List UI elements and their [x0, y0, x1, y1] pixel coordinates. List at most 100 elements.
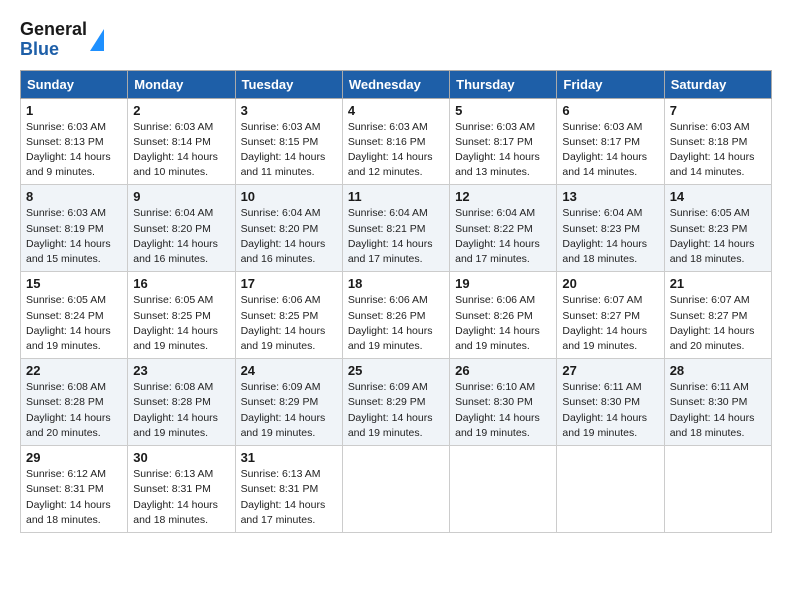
day-info: Sunrise: 6:09 AMSunset: 8:29 PMDaylight:… [348, 380, 444, 441]
calendar-cell: 15 Sunrise: 6:05 AMSunset: 8:24 PMDaylig… [21, 272, 128, 359]
day-info: Sunrise: 6:10 AMSunset: 8:30 PMDaylight:… [455, 380, 551, 441]
day-info: Sunrise: 6:05 AMSunset: 8:24 PMDaylight:… [26, 293, 122, 354]
col-header-monday: Monday [128, 70, 235, 98]
logo-general: General [20, 20, 87, 40]
day-info: Sunrise: 6:04 AMSunset: 8:20 PMDaylight:… [133, 206, 229, 267]
calendar-cell: 9 Sunrise: 6:04 AMSunset: 8:20 PMDayligh… [128, 185, 235, 272]
calendar-cell: 29 Sunrise: 6:12 AMSunset: 8:31 PMDaylig… [21, 446, 128, 533]
calendar-cell: 10 Sunrise: 6:04 AMSunset: 8:20 PMDaylig… [235, 185, 342, 272]
day-number: 24 [241, 363, 337, 378]
logo-blue: Blue [20, 40, 87, 60]
calendar-cell: 1 Sunrise: 6:03 AMSunset: 8:13 PMDayligh… [21, 98, 128, 185]
day-number: 26 [455, 363, 551, 378]
day-number: 21 [670, 276, 766, 291]
day-number: 13 [562, 189, 658, 204]
day-info: Sunrise: 6:03 AMSunset: 8:18 PMDaylight:… [670, 120, 766, 181]
calendar-cell [557, 446, 664, 533]
day-number: 20 [562, 276, 658, 291]
day-number: 17 [241, 276, 337, 291]
logo: General Blue [20, 20, 104, 60]
day-info: Sunrise: 6:03 AMSunset: 8:14 PMDaylight:… [133, 120, 229, 181]
day-info: Sunrise: 6:05 AMSunset: 8:25 PMDaylight:… [133, 293, 229, 354]
day-info: Sunrise: 6:09 AMSunset: 8:29 PMDaylight:… [241, 380, 337, 441]
day-info: Sunrise: 6:13 AMSunset: 8:31 PMDaylight:… [133, 467, 229, 528]
calendar-cell: 26 Sunrise: 6:10 AMSunset: 8:30 PMDaylig… [450, 359, 557, 446]
col-header-sunday: Sunday [21, 70, 128, 98]
day-number: 1 [26, 103, 122, 118]
calendar-cell: 4 Sunrise: 6:03 AMSunset: 8:16 PMDayligh… [342, 98, 449, 185]
calendar-cell: 12 Sunrise: 6:04 AMSunset: 8:22 PMDaylig… [450, 185, 557, 272]
day-info: Sunrise: 6:03 AMSunset: 8:17 PMDaylight:… [455, 120, 551, 181]
calendar-cell: 16 Sunrise: 6:05 AMSunset: 8:25 PMDaylig… [128, 272, 235, 359]
day-number: 29 [26, 450, 122, 465]
day-info: Sunrise: 6:04 AMSunset: 8:22 PMDaylight:… [455, 206, 551, 267]
calendar-cell: 19 Sunrise: 6:06 AMSunset: 8:26 PMDaylig… [450, 272, 557, 359]
calendar-cell: 13 Sunrise: 6:04 AMSunset: 8:23 PMDaylig… [557, 185, 664, 272]
day-info: Sunrise: 6:03 AMSunset: 8:15 PMDaylight:… [241, 120, 337, 181]
calendar-cell [664, 446, 771, 533]
day-number: 8 [26, 189, 122, 204]
day-info: Sunrise: 6:03 AMSunset: 8:16 PMDaylight:… [348, 120, 444, 181]
calendar-cell: 24 Sunrise: 6:09 AMSunset: 8:29 PMDaylig… [235, 359, 342, 446]
day-info: Sunrise: 6:04 AMSunset: 8:20 PMDaylight:… [241, 206, 337, 267]
day-number: 10 [241, 189, 337, 204]
calendar-cell: 8 Sunrise: 6:03 AMSunset: 8:19 PMDayligh… [21, 185, 128, 272]
day-info: Sunrise: 6:11 AMSunset: 8:30 PMDaylight:… [562, 380, 658, 441]
calendar-header-row: SundayMondayTuesdayWednesdayThursdayFrid… [21, 70, 772, 98]
day-info: Sunrise: 6:08 AMSunset: 8:28 PMDaylight:… [133, 380, 229, 441]
calendar-cell: 28 Sunrise: 6:11 AMSunset: 8:30 PMDaylig… [664, 359, 771, 446]
day-info: Sunrise: 6:07 AMSunset: 8:27 PMDaylight:… [670, 293, 766, 354]
calendar-cell [450, 446, 557, 533]
page-header: General Blue [20, 20, 772, 60]
day-info: Sunrise: 6:07 AMSunset: 8:27 PMDaylight:… [562, 293, 658, 354]
calendar-cell: 30 Sunrise: 6:13 AMSunset: 8:31 PMDaylig… [128, 446, 235, 533]
day-info: Sunrise: 6:03 AMSunset: 8:13 PMDaylight:… [26, 120, 122, 181]
calendar-cell: 7 Sunrise: 6:03 AMSunset: 8:18 PMDayligh… [664, 98, 771, 185]
day-info: Sunrise: 6:12 AMSunset: 8:31 PMDaylight:… [26, 467, 122, 528]
calendar-week-row: 15 Sunrise: 6:05 AMSunset: 8:24 PMDaylig… [21, 272, 772, 359]
calendar-cell [342, 446, 449, 533]
calendar-cell: 20 Sunrise: 6:07 AMSunset: 8:27 PMDaylig… [557, 272, 664, 359]
day-number: 6 [562, 103, 658, 118]
day-info: Sunrise: 6:05 AMSunset: 8:23 PMDaylight:… [670, 206, 766, 267]
day-number: 2 [133, 103, 229, 118]
day-number: 22 [26, 363, 122, 378]
calendar-week-row: 1 Sunrise: 6:03 AMSunset: 8:13 PMDayligh… [21, 98, 772, 185]
calendar-cell: 25 Sunrise: 6:09 AMSunset: 8:29 PMDaylig… [342, 359, 449, 446]
calendar-cell: 5 Sunrise: 6:03 AMSunset: 8:17 PMDayligh… [450, 98, 557, 185]
logo-triangle-icon [90, 29, 104, 51]
calendar-cell: 2 Sunrise: 6:03 AMSunset: 8:14 PMDayligh… [128, 98, 235, 185]
day-number: 23 [133, 363, 229, 378]
calendar-cell: 14 Sunrise: 6:05 AMSunset: 8:23 PMDaylig… [664, 185, 771, 272]
day-number: 12 [455, 189, 551, 204]
day-number: 7 [670, 103, 766, 118]
day-info: Sunrise: 6:06 AMSunset: 8:25 PMDaylight:… [241, 293, 337, 354]
day-number: 27 [562, 363, 658, 378]
day-number: 28 [670, 363, 766, 378]
calendar-week-row: 8 Sunrise: 6:03 AMSunset: 8:19 PMDayligh… [21, 185, 772, 272]
day-number: 4 [348, 103, 444, 118]
calendar-cell: 27 Sunrise: 6:11 AMSunset: 8:30 PMDaylig… [557, 359, 664, 446]
day-number: 5 [455, 103, 551, 118]
day-info: Sunrise: 6:04 AMSunset: 8:23 PMDaylight:… [562, 206, 658, 267]
day-number: 9 [133, 189, 229, 204]
calendar-cell: 31 Sunrise: 6:13 AMSunset: 8:31 PMDaylig… [235, 446, 342, 533]
calendar-cell: 6 Sunrise: 6:03 AMSunset: 8:17 PMDayligh… [557, 98, 664, 185]
day-number: 18 [348, 276, 444, 291]
calendar-week-row: 29 Sunrise: 6:12 AMSunset: 8:31 PMDaylig… [21, 446, 772, 533]
calendar-table: SundayMondayTuesdayWednesdayThursdayFrid… [20, 70, 772, 533]
logo-text: General Blue [20, 20, 87, 60]
col-header-tuesday: Tuesday [235, 70, 342, 98]
calendar-cell: 11 Sunrise: 6:04 AMSunset: 8:21 PMDaylig… [342, 185, 449, 272]
day-info: Sunrise: 6:06 AMSunset: 8:26 PMDaylight:… [348, 293, 444, 354]
day-number: 14 [670, 189, 766, 204]
day-info: Sunrise: 6:03 AMSunset: 8:19 PMDaylight:… [26, 206, 122, 267]
col-header-wednesday: Wednesday [342, 70, 449, 98]
col-header-saturday: Saturday [664, 70, 771, 98]
calendar-week-row: 22 Sunrise: 6:08 AMSunset: 8:28 PMDaylig… [21, 359, 772, 446]
day-info: Sunrise: 6:11 AMSunset: 8:30 PMDaylight:… [670, 380, 766, 441]
day-number: 31 [241, 450, 337, 465]
day-number: 19 [455, 276, 551, 291]
day-info: Sunrise: 6:03 AMSunset: 8:17 PMDaylight:… [562, 120, 658, 181]
calendar-cell: 21 Sunrise: 6:07 AMSunset: 8:27 PMDaylig… [664, 272, 771, 359]
